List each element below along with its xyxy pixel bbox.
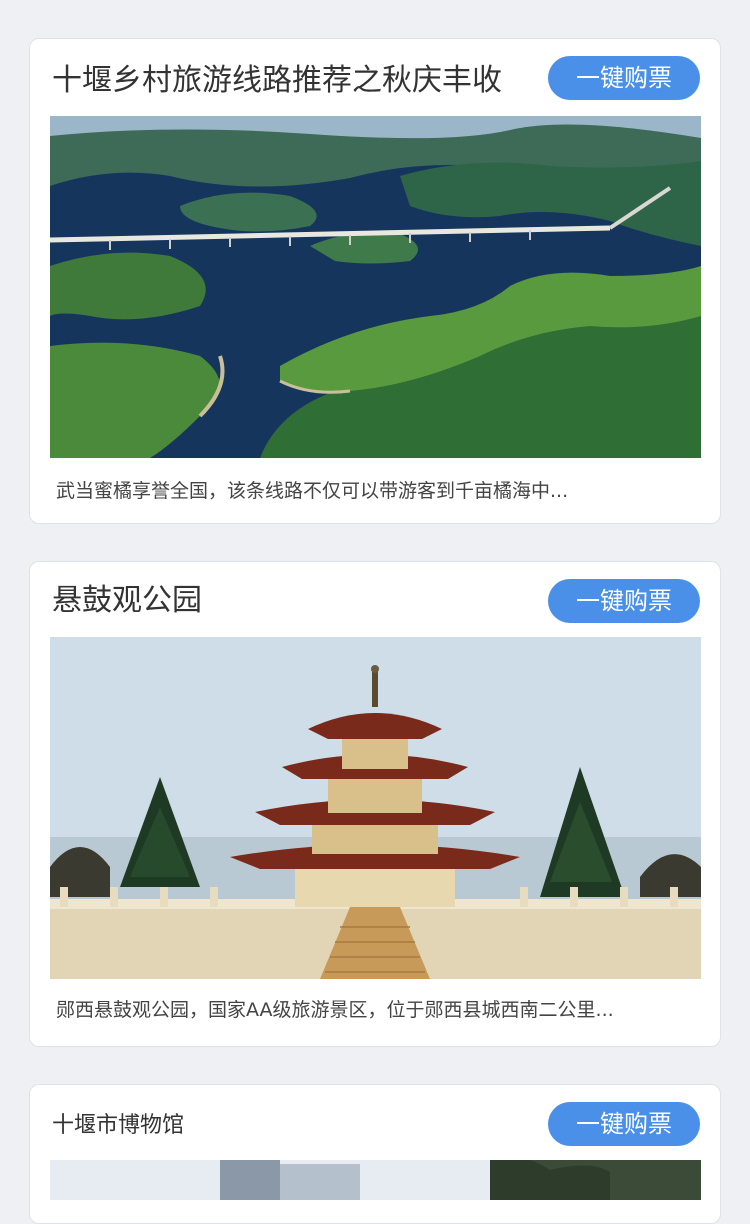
museum-illustration	[50, 1160, 701, 1200]
card-image[interactable]	[50, 1160, 701, 1200]
card-title: 十堰乡村旅游线路推荐之秋庆丰收	[52, 63, 502, 98]
lake-landscape-illustration	[50, 116, 701, 458]
card-image[interactable]	[50, 116, 701, 458]
buy-ticket-button[interactable]: 一键购票	[548, 1102, 700, 1146]
card-description: 武当蜜橘享誉全国，该条线路不仅可以带游客到千亩橘海中...	[56, 480, 569, 502]
buy-ticket-button[interactable]: 一键购票	[548, 56, 700, 100]
buy-ticket-button[interactable]: 一键购票	[548, 579, 700, 623]
card-title: 悬鼓观公园	[52, 583, 202, 618]
tour-card[interactable]: 悬鼓观公园 一键购票 郧西悬鼓观公园，国家AA级旅游景区，位于郧西县城西南二公里…	[29, 561, 721, 1047]
tour-card[interactable]: 十堰乡村旅游线路推荐之秋庆丰收 一键购票 武当蜜橘享誉全国，该条线路不仅可以带游…	[29, 38, 721, 524]
card-title: 十堰市博物馆	[52, 1113, 185, 1138]
card-image[interactable]	[50, 637, 701, 979]
card-description: 郧西悬鼓观公园，国家AA级旅游景区，位于郧西县城西南二公里...	[56, 999, 614, 1021]
tour-card[interactable]: 十堰市博物馆 一键购票	[29, 1084, 721, 1224]
pagoda-illustration	[50, 637, 701, 979]
